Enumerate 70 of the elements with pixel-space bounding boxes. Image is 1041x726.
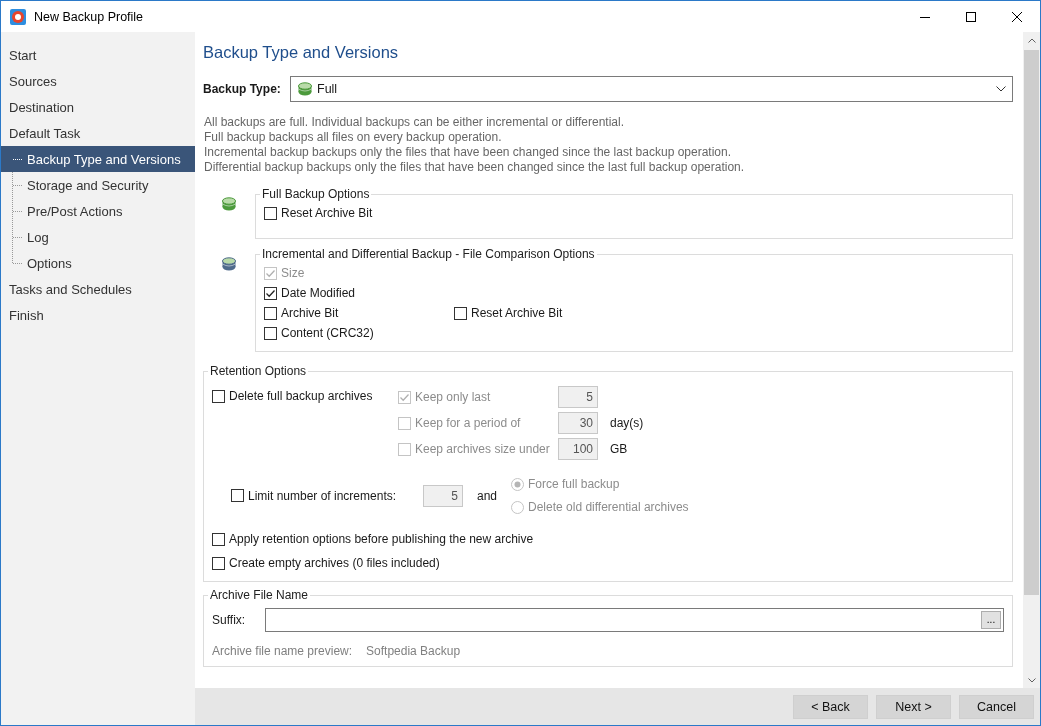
sidebar-item[interactable]: Log [1, 224, 195, 250]
unit-label: day(s) [610, 416, 644, 430]
dialog-button[interactable]: Next > [876, 694, 951, 719]
sidebar-item[interactable]: Finish [1, 302, 195, 328]
checkbox-label: Content (CRC32) [281, 326, 374, 340]
checkbox-label: Keep only last [415, 390, 492, 404]
joiner-label: and [477, 488, 498, 503]
app-icon [10, 8, 26, 25]
description-text: Differential backup backups only the files that have been changed since the last full backup operation. [204, 160, 746, 175]
checkbox-label: Delete full backup archives [229, 389, 373, 403]
group-title: Retention Options [209, 364, 308, 378]
preview-value: Softpedia Backup [366, 644, 461, 658]
dialog-button[interactable]: Cancel [959, 694, 1034, 719]
backup-type-dropdown[interactable]: Full [290, 76, 1013, 102]
checkbox-label: Limit number of increments: [248, 488, 398, 503]
number-field[interactable]: 5 [423, 484, 463, 507]
sidebar-item[interactable]: Backup Type and Versions [1, 146, 195, 172]
maximize-icon [966, 11, 976, 22]
radio-label: Delete old differential archives [528, 500, 689, 514]
description-text: Incremental backup backups only the files that have been changed since the last backup operation. [204, 145, 732, 160]
checkbox-label: Archive Bit [281, 306, 339, 320]
checkbox[interactable] [264, 326, 277, 340]
checkbox-label: Create empty archives (0 files included) [229, 556, 440, 570]
sidebar-item[interactable]: Sources [1, 68, 195, 94]
page-title: Backup Type and Versions [203, 43, 400, 62]
sidebar-item[interactable]: Options [1, 250, 195, 276]
checkbox[interactable] [454, 306, 467, 320]
field-label: Suffix: [212, 613, 247, 627]
database-icon [221, 257, 237, 271]
checkbox[interactable] [264, 306, 277, 320]
checkbox-label: Date Modified [281, 286, 356, 300]
checkbox[interactable] [212, 389, 225, 403]
group-title: Incremental and Differential Backup - File Comparison Options [261, 247, 596, 261]
database-icon [297, 82, 313, 96]
database-icon [221, 197, 237, 211]
description-text: Full backup backups all files on every backup operation. [204, 130, 503, 145]
field-label: Backup Type: [203, 82, 282, 96]
checkbox[interactable] [264, 286, 277, 300]
description-text: All backups are full. Individual backups can be either incremental or differential. [204, 115, 625, 130]
sidebar-item[interactable]: Start [1, 42, 195, 68]
checkbox[interactable] [264, 206, 277, 220]
checkbox[interactable] [212, 556, 225, 570]
checkbox-label: Size [281, 266, 305, 280]
chevron-down-icon [996, 86, 1006, 92]
scroll-down-icon[interactable] [1027, 677, 1036, 683]
checkbox-label: Apply retention options before publishing the new archive [229, 532, 534, 546]
close-icon [1012, 11, 1022, 22]
browse-button[interactable]: ... [981, 611, 1001, 629]
window-title: New Backup Profile [34, 9, 144, 24]
group-title: Full Backup Options [261, 187, 371, 201]
scroll-up-icon[interactable] [1027, 37, 1036, 43]
scrollbar[interactable] [1023, 32, 1040, 688]
suffix-field[interactable]: ... [265, 608, 1004, 632]
checkbox-label: Reset Archive Bit [281, 206, 373, 220]
scroll-thumb[interactable] [1024, 50, 1039, 595]
sidebar-item[interactable]: Destination [1, 94, 195, 120]
checkbox-label: Keep archives size under [415, 442, 551, 456]
sidebar-item[interactable]: Default Task [1, 120, 195, 146]
radio-label: Force full backup [528, 477, 620, 491]
dialog-button[interactable]: < Back [793, 694, 868, 719]
sidebar-item[interactable]: Pre/Post Actions [1, 198, 195, 224]
checkbox[interactable] [231, 489, 244, 502]
unit-label: GB [610, 442, 628, 456]
group-title: Archive File Name [209, 588, 310, 602]
preview-label: Archive file name preview: [212, 644, 353, 658]
sidebar-item[interactable]: Tasks and Schedules [1, 276, 195, 302]
sidebar-item[interactable]: Storage and Security [1, 172, 195, 198]
checkbox-label: Keep for a period of [415, 416, 522, 430]
checkbox[interactable] [212, 532, 225, 546]
checkbox-label: Reset Archive Bit [471, 306, 563, 320]
